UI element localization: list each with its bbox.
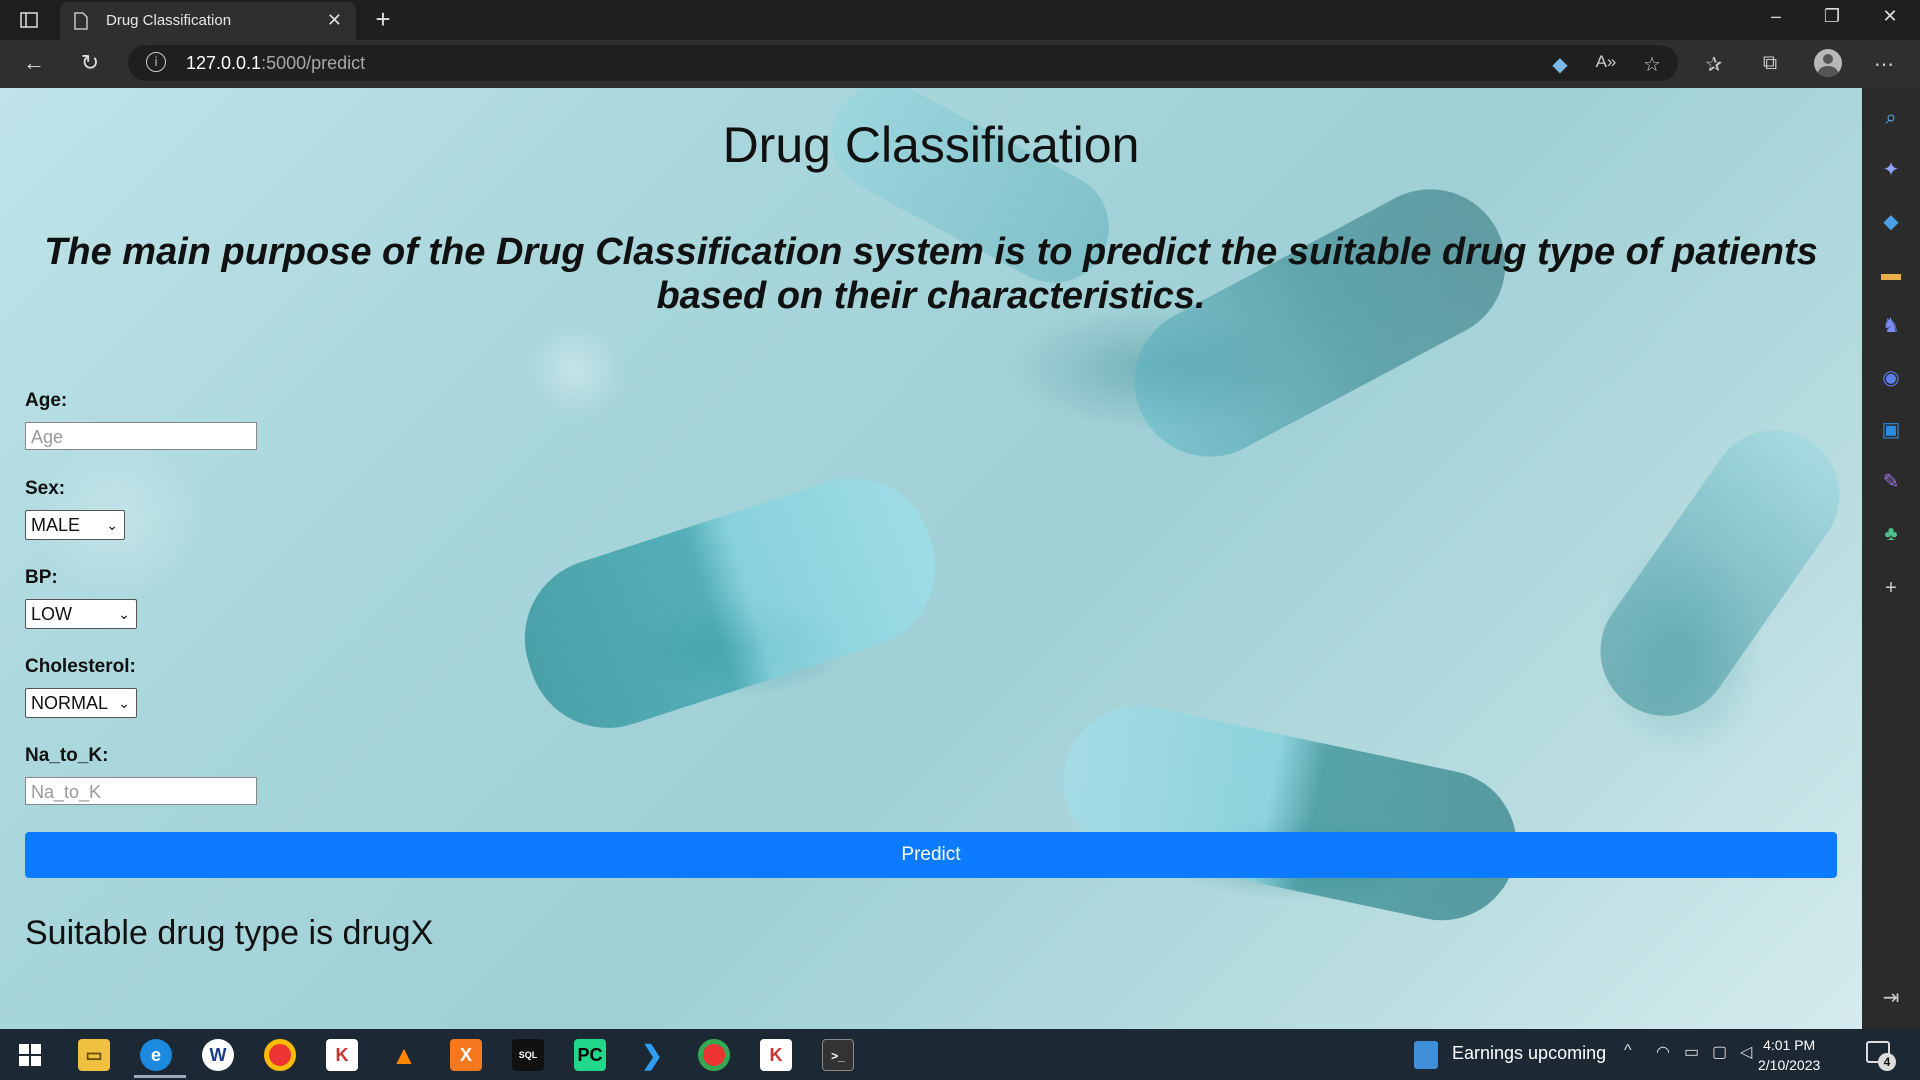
- refresh-button[interactable]: ↻: [74, 50, 106, 76]
- capsule-image: [1049, 691, 1531, 935]
- new-tab-button[interactable]: +: [368, 4, 398, 35]
- document-icon: [74, 12, 88, 34]
- tab-drug-classification[interactable]: Drug Classification ✕: [60, 2, 356, 40]
- shopping-icon[interactable]: ◆: [1877, 208, 1905, 236]
- edge-sidebar: ⌕ ✦ ◆ ▬ ♞ ◉ ▣ ✎ ♣ + ⇥: [1862, 88, 1920, 1029]
- edge-icon[interactable]: e: [140, 1039, 172, 1071]
- app-ks-icon[interactable]: K: [326, 1039, 358, 1071]
- designer-icon[interactable]: ✎: [1877, 468, 1905, 496]
- vlc-icon[interactable]: ▲: [388, 1039, 420, 1071]
- app-ks2-icon[interactable]: K: [760, 1039, 792, 1071]
- age-label: Age:: [25, 390, 68, 411]
- add-favorite-icon[interactable]: ☆: [1638, 52, 1666, 77]
- system-clock[interactable]: 4:01 PM 2/10/2023: [1758, 1035, 1820, 1075]
- wifi-icon[interactable]: ◠: [1656, 1042, 1670, 1062]
- cholesterol-select[interactable]: NORMAL ⌄: [25, 688, 137, 718]
- read-aloud-icon[interactable]: A»: [1592, 52, 1620, 72]
- games-icon[interactable]: ♞: [1877, 312, 1905, 340]
- vscode-icon[interactable]: ❯: [636, 1039, 668, 1071]
- page-content: Drug Classification The main purpose of …: [0, 88, 1862, 1029]
- file-explorer-icon[interactable]: ▭: [78, 1039, 110, 1071]
- chrome-profile-icon[interactable]: [698, 1039, 730, 1071]
- battery-icon[interactable]: ▭: [1684, 1042, 1699, 1062]
- back-button[interactable]: ←: [18, 50, 50, 76]
- drop-icon[interactable]: ♣: [1877, 520, 1905, 548]
- chevron-down-icon: ⌄: [118, 695, 130, 711]
- close-window-button[interactable]: ✕: [1870, 6, 1910, 27]
- cholesterol-label: Cholesterol:: [25, 656, 136, 677]
- chevron-down-icon: ⌄: [106, 517, 118, 533]
- capsule-image: [504, 457, 956, 749]
- cholesterol-selected-value: NORMAL: [31, 693, 109, 713]
- chevron-down-icon: ⌄: [118, 606, 130, 622]
- restore-button[interactable]: ❐: [1812, 6, 1852, 27]
- bp-label: BP:: [25, 567, 58, 588]
- news-widget-text[interactable]: Earnings upcoming: [1452, 1043, 1606, 1064]
- terminal-icon[interactable]: >_: [822, 1039, 854, 1071]
- profile-avatar[interactable]: [1814, 49, 1842, 77]
- chevron-up-icon[interactable]: ^: [1624, 1042, 1632, 1060]
- navigation-bar: ← ↻ i 127.0.0.1:5000/predict ◆ A» ☆ ✰ ⧉ …: [0, 40, 1920, 88]
- tools-icon[interactable]: ▬: [1877, 260, 1905, 288]
- close-tab-icon[interactable]: ✕: [327, 10, 342, 31]
- app-w-icon[interactable]: W: [202, 1039, 234, 1071]
- clock-time: 4:01 PM: [1763, 1037, 1816, 1053]
- address-bar[interactable]: i 127.0.0.1:5000/predict: [128, 45, 1678, 81]
- tab-title: Drug Classification: [106, 12, 232, 29]
- bp-selected-value: LOW: [31, 604, 73, 624]
- chrome-icon[interactable]: [264, 1039, 296, 1071]
- windows-taskbar: ▭ e W K ▲ X SQL PC ❯ K >_ Earnings upcom…: [0, 1029, 1920, 1080]
- microsoft365-icon[interactable]: ◉: [1877, 364, 1905, 392]
- sex-select[interactable]: MALE ⌄: [25, 510, 125, 540]
- capsule-image: [1108, 162, 1532, 484]
- mysql-icon[interactable]: SQL: [512, 1039, 544, 1071]
- shopping-tag-icon[interactable]: ◆: [1546, 52, 1574, 77]
- outlook-icon[interactable]: ▣: [1877, 416, 1905, 444]
- hide-sidebar-icon[interactable]: ⇥: [1877, 984, 1905, 1012]
- news-icon[interactable]: [1414, 1041, 1438, 1069]
- active-app-indicator: [134, 1075, 186, 1078]
- clock-date: 2/10/2023: [1758, 1057, 1821, 1073]
- camera-icon[interactable]: ▢: [1712, 1042, 1727, 1062]
- capsule-image: [1574, 404, 1862, 742]
- tab-bar: Drug Classification ✕ + – ❐ ✕: [0, 0, 1920, 40]
- start-icon[interactable]: [14, 1039, 46, 1071]
- bp-select[interactable]: LOW ⌄: [25, 599, 137, 629]
- page-title: Drug Classification: [722, 117, 1140, 173]
- copilot-icon[interactable]: ✦: [1877, 156, 1905, 184]
- pycharm-icon[interactable]: PC: [574, 1039, 606, 1071]
- add-sidebar-app-icon[interactable]: +: [1877, 574, 1905, 602]
- volume-icon[interactable]: ◁: [1740, 1042, 1752, 1062]
- sex-label: Sex:: [25, 478, 66, 499]
- predict-button[interactable]: Predict: [25, 832, 1837, 878]
- xampp-icon[interactable]: X: [450, 1039, 482, 1071]
- prediction-result: Suitable drug type is drugX: [25, 914, 434, 952]
- age-input[interactable]: Age: [25, 422, 257, 450]
- tab-actions-icon[interactable]: [14, 8, 44, 32]
- url-text[interactable]: 127.0.0.1:5000/predict: [186, 53, 365, 74]
- minimize-button[interactable]: –: [1756, 6, 1796, 27]
- more-menu-icon[interactable]: ⋯: [1870, 52, 1898, 77]
- site-info-icon[interactable]: i: [146, 52, 166, 72]
- search-icon[interactable]: ⌕: [1877, 104, 1905, 132]
- na-to-k-label: Na_to_K:: [25, 745, 109, 766]
- sex-selected-value: MALE: [31, 515, 81, 535]
- favorites-icon[interactable]: ✰: [1700, 52, 1728, 77]
- na-to-k-input[interactable]: Na_to_K: [25, 777, 257, 805]
- notification-count: 4: [1878, 1053, 1896, 1071]
- page-description: The main purpose of the Drug Classificat…: [44, 231, 1818, 317]
- collections-icon[interactable]: ⧉: [1756, 52, 1784, 75]
